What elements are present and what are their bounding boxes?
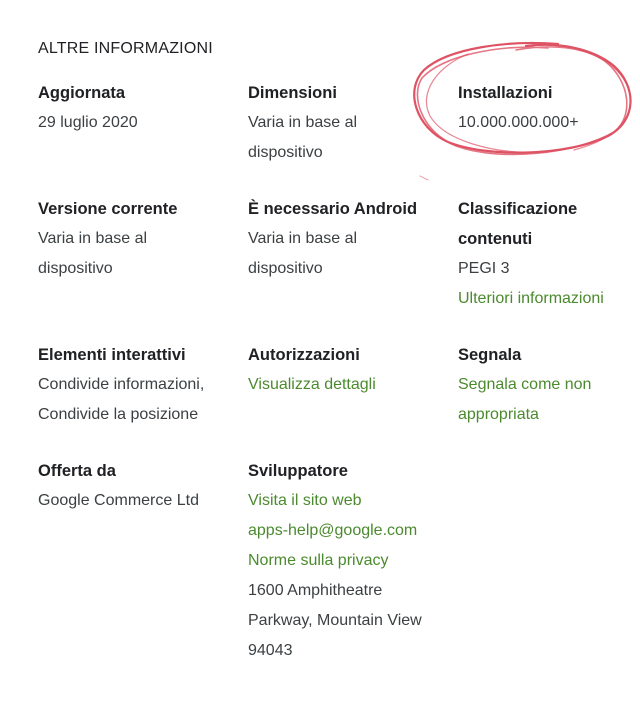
requires-android-label: È necessario Android: [248, 200, 418, 218]
updated-value: 29 luglio 2020: [38, 114, 138, 131]
info-installs: Installazioni 10.000.000.000+: [458, 78, 640, 138]
report-link-line1: Segnala come non: [458, 376, 592, 393]
content-rating-label-line1: Classificazione: [458, 200, 578, 218]
developer-privacy-link[interactable]: Norme sulla privacy: [248, 546, 448, 576]
interactive-elements-value-line1: Condivide informazioni,: [38, 376, 205, 393]
additional-info-section: ALTRE INFORMAZIONI Aggiornata 29 luglio …: [38, 0, 640, 710]
permissions-view-details-link[interactable]: Visualizza dettagli: [248, 370, 448, 400]
report-link-line2: appropriata: [458, 406, 539, 423]
info-current-version: Versione corrente Varia in base al dispo…: [38, 194, 238, 284]
report-inappropriate-link[interactable]: Segnala come non appropriata: [458, 370, 640, 430]
installs-label: Installazioni: [458, 84, 553, 102]
info-size: Dimensioni Varia in base al dispositivo: [248, 78, 448, 168]
size-value-line2: dispositivo: [248, 144, 323, 161]
requires-android-value-line1: Varia in base al: [248, 230, 358, 247]
info-report: Segnala Segnala come non appropriata: [458, 340, 640, 430]
updated-label: Aggiornata: [38, 84, 126, 102]
report-label: Segnala: [458, 346, 522, 364]
info-updated: Aggiornata 29 luglio 2020: [38, 78, 238, 138]
developer-address-line1: 1600 Amphitheatre: [248, 582, 383, 599]
interactive-elements-value-line2: Condivide la posizione: [38, 406, 199, 423]
current-version-value-line1: Varia in base al: [38, 230, 148, 247]
info-offered-by: Offerta da Google Commerce Ltd: [38, 456, 238, 516]
size-label: Dimensioni: [248, 84, 337, 102]
info-content-rating: Classificazione contenuti PEGI 3 Ulterio…: [458, 194, 640, 314]
content-rating-more-info-link[interactable]: Ulteriori informazioni: [458, 284, 640, 314]
developer-address-line3: 94043: [248, 642, 293, 659]
current-version-value-line2: dispositivo: [38, 260, 113, 277]
current-version-label: Versione corrente: [38, 200, 178, 218]
section-title: ALTRE INFORMAZIONI: [38, 40, 213, 57]
developer-website-link[interactable]: Visita il sito web: [248, 486, 448, 516]
content-rating-label-line2: contenuti: [458, 230, 533, 248]
installs-value: 10.000.000.000+: [458, 114, 579, 131]
info-permissions: Autorizzazioni Visualizza dettagli: [248, 340, 448, 400]
requires-android-value-line2: dispositivo: [248, 260, 323, 277]
size-value-line1: Varia in base al: [248, 114, 358, 131]
developer-label: Sviluppatore: [248, 462, 348, 480]
developer-email-link[interactable]: apps-help@google.com: [248, 516, 448, 546]
offered-by-label: Offerta da: [38, 462, 116, 480]
permissions-label: Autorizzazioni: [248, 346, 360, 364]
content-rating-value: PEGI 3: [458, 260, 510, 277]
info-requires-android: È necessario Android Varia in base al di…: [248, 194, 448, 284]
interactive-elements-label: Elementi interattivi: [38, 346, 186, 364]
developer-address-line2: Parkway, Mountain View: [248, 612, 422, 629]
info-interactive-elements: Elementi interattivi Condivide informazi…: [38, 340, 238, 430]
info-developer: Sviluppatore Visita il sito web apps-hel…: [248, 456, 448, 666]
offered-by-value: Google Commerce Ltd: [38, 492, 199, 509]
